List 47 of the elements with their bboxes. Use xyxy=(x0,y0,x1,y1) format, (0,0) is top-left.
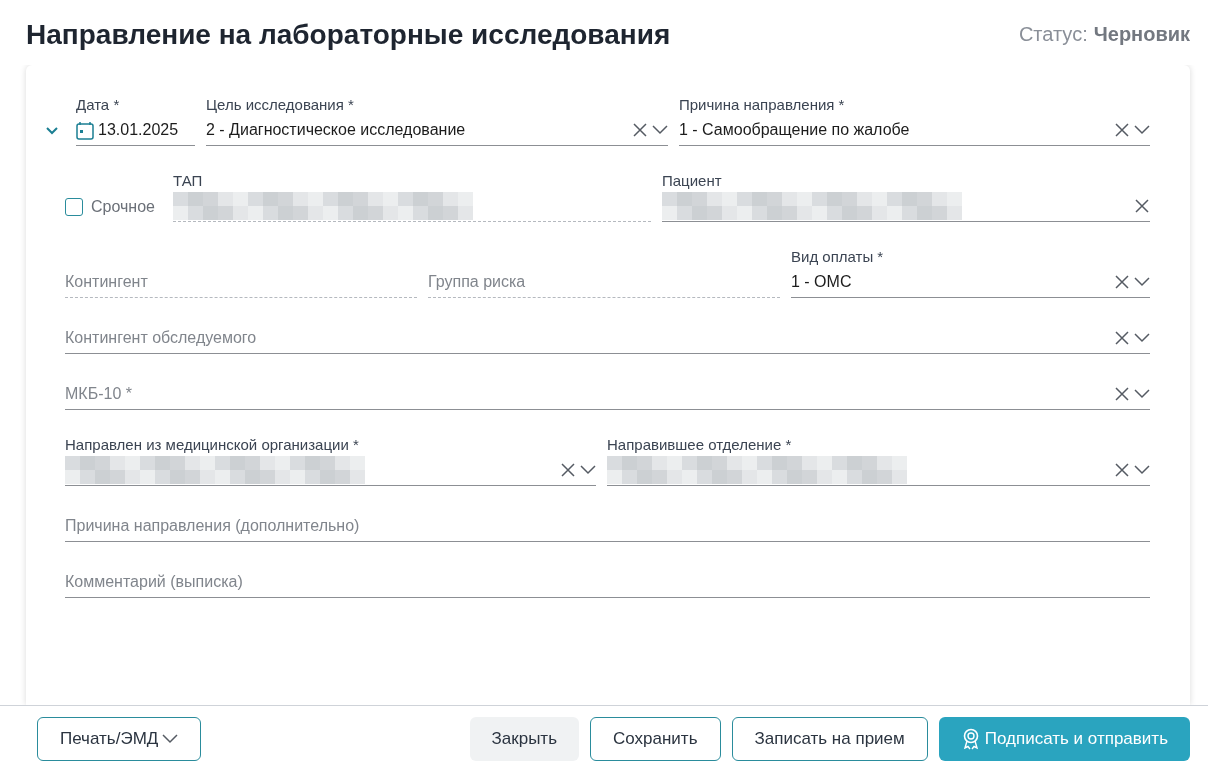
field-label: Направившее отделение * xyxy=(607,435,793,455)
field-label: Причина направления * xyxy=(679,95,846,115)
clear-icon[interactable] xyxy=(560,462,576,478)
input-field[interactable]: Комментарий (выписка) xyxy=(65,567,1150,598)
dropdown-icon[interactable] xyxy=(652,125,668,135)
dropdown-icon[interactable] xyxy=(1134,465,1150,475)
dropdown-icon[interactable] xyxy=(580,465,596,475)
select-field[interactable]: 2 - Диагностическое исследование xyxy=(206,115,668,146)
input-field[interactable] xyxy=(173,191,651,222)
field-label: Пациент xyxy=(662,171,723,191)
action-button[interactable]: Сохранить xyxy=(590,717,721,761)
input-field[interactable]: Контингент xyxy=(65,267,417,298)
input-field[interactable]: Причина направления (дополнительно) xyxy=(65,511,1150,542)
action-button[interactable]: Записать на прием xyxy=(731,717,928,761)
clear-icon[interactable] xyxy=(1114,462,1130,478)
dropdown-icon[interactable] xyxy=(1134,277,1150,287)
select-field[interactable]: 1 - Самообращение по жалобе xyxy=(679,115,1150,146)
date-field[interactable]: 13.01.2025 xyxy=(76,115,195,146)
urgent-checkbox[interactable]: Срочное xyxy=(65,191,162,222)
select-field[interactable]: Контингент обследуемого xyxy=(65,323,1150,354)
caret-icon[interactable] xyxy=(162,734,179,744)
select-field[interactable]: МКБ-10 * xyxy=(65,379,1150,410)
clear-icon[interactable] xyxy=(1114,386,1130,402)
dropdown-icon[interactable] xyxy=(1134,389,1150,399)
clear-icon[interactable] xyxy=(632,122,648,138)
clear-icon[interactable] xyxy=(1114,330,1130,346)
clear-icon[interactable] xyxy=(1134,198,1150,214)
select-field[interactable] xyxy=(65,455,596,486)
clear-icon[interactable] xyxy=(1114,122,1130,138)
select-field[interactable] xyxy=(662,191,1150,222)
print-button[interactable]: Печать/ЭМД xyxy=(37,717,202,761)
field-label: Дата * xyxy=(76,95,121,115)
field-label: Вид оплаты * xyxy=(791,247,885,267)
field-label: ТАП xyxy=(173,171,204,191)
clear-icon[interactable] xyxy=(1114,274,1130,290)
dropdown-icon[interactable] xyxy=(1134,125,1150,135)
select-field[interactable]: 1 - ОМС xyxy=(791,267,1150,298)
field-label: Направлен из медицинской организации * xyxy=(65,435,360,455)
status-label: Статус: xyxy=(1018,23,1088,46)
dropdown-icon[interactable] xyxy=(1134,333,1150,343)
calendar-icon xyxy=(76,120,94,140)
input-field[interactable]: Группа риска xyxy=(428,267,780,298)
close-button[interactable]: Закрыть xyxy=(469,717,579,761)
status-value: Черновик xyxy=(1093,23,1190,46)
page-title: Направление на лабораторные исследования xyxy=(26,18,671,51)
field-label: Цель исследования * xyxy=(206,95,355,115)
select-field[interactable] xyxy=(607,455,1150,486)
